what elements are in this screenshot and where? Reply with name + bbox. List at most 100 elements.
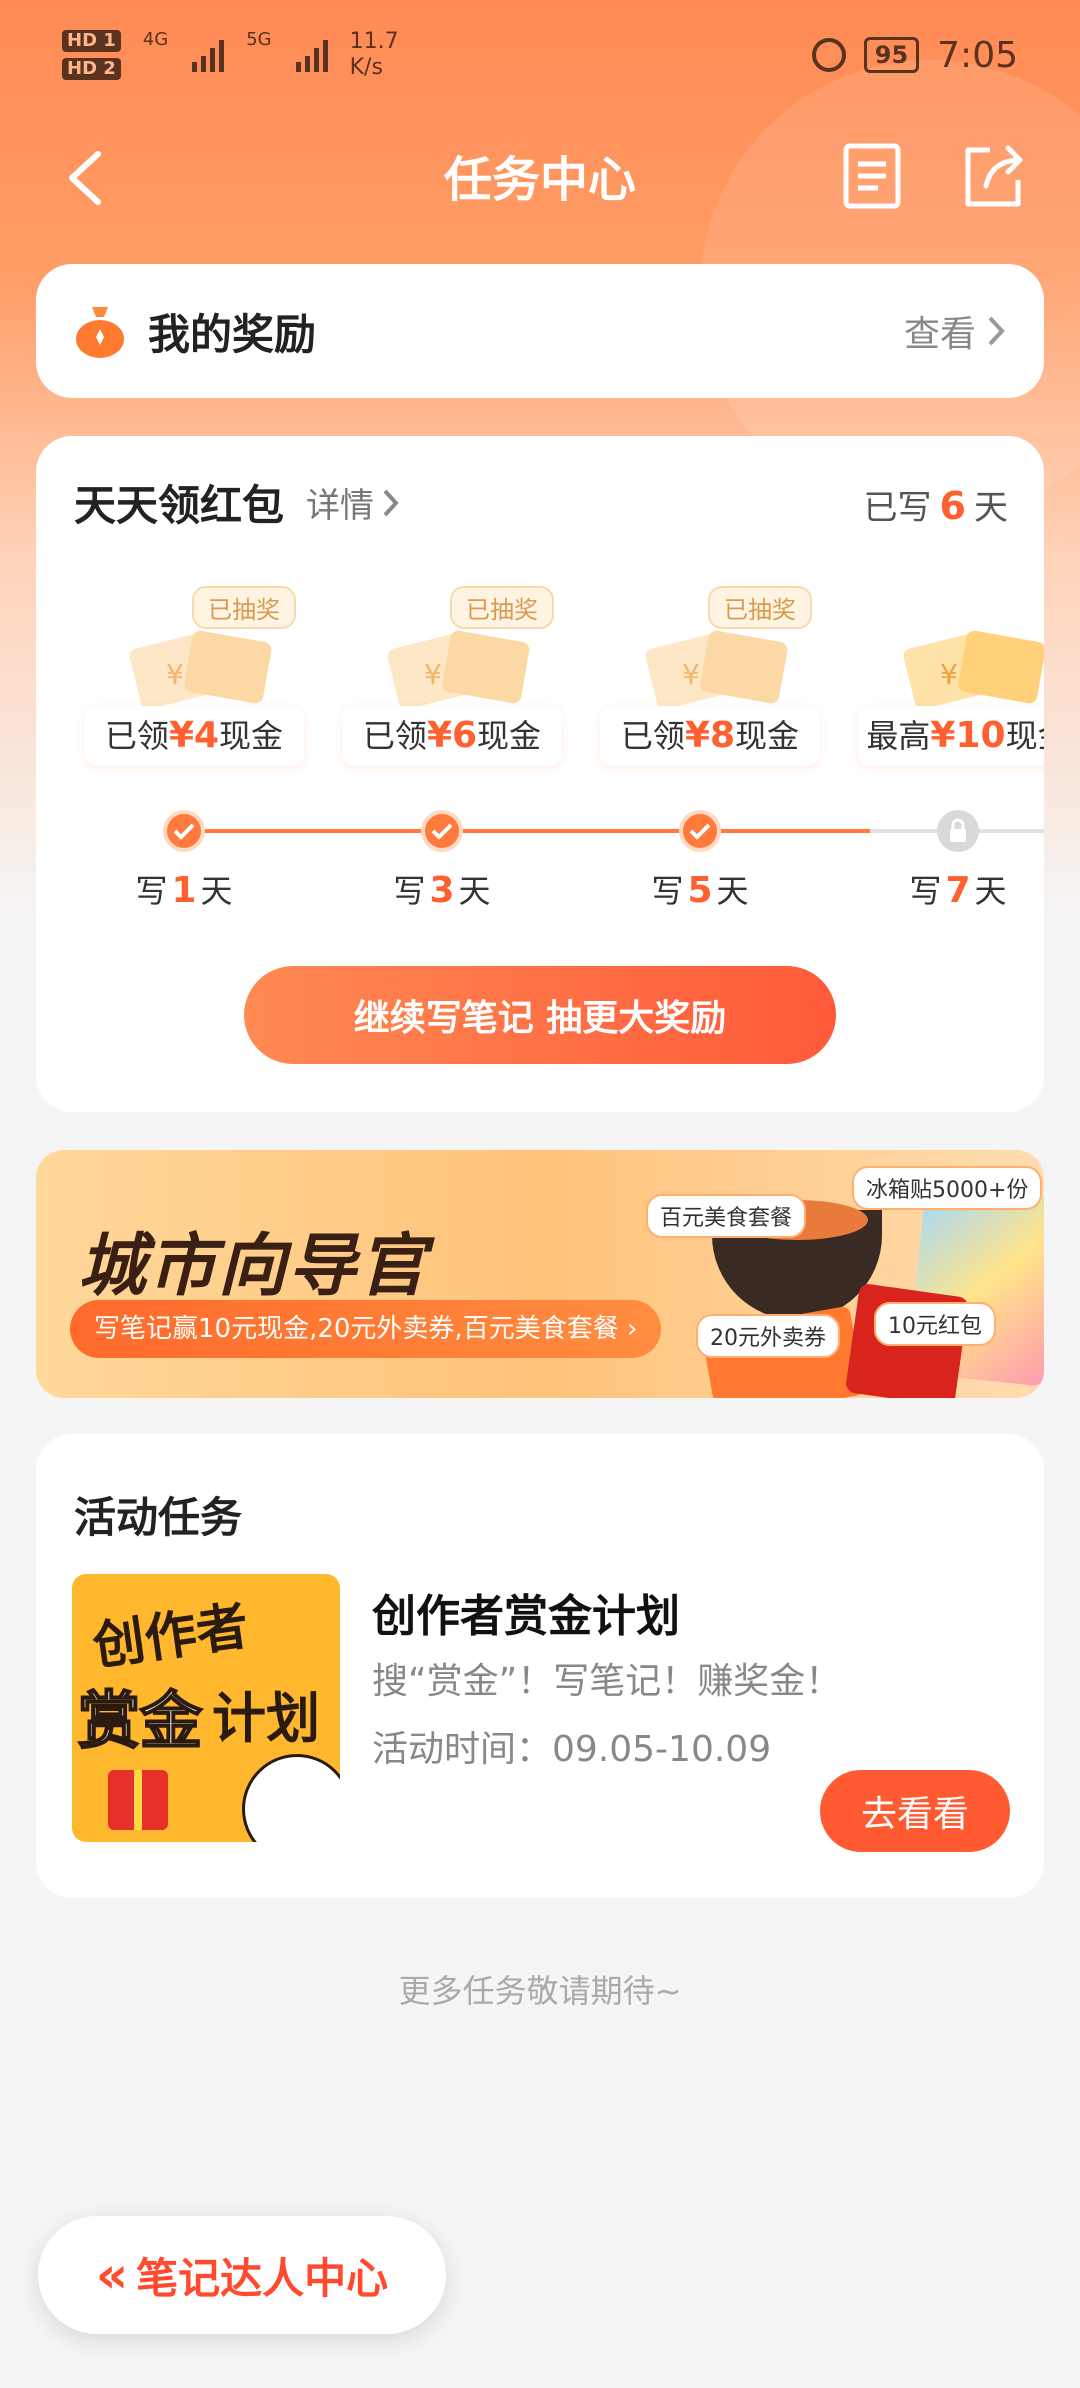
ticket-icon: ¥: [645, 630, 788, 710]
signal-bars-icon: [192, 38, 225, 72]
share-icon[interactable]: [960, 142, 1026, 210]
prize-amount: ¥8: [684, 715, 736, 756]
written-prefix: 已写: [863, 488, 932, 528]
drawn-tag: 已抽奖: [708, 586, 812, 629]
prize-amount: ¥10: [930, 715, 1006, 756]
prize-suffix: 现金: [735, 717, 800, 755]
check-icon: [421, 810, 463, 852]
status-left: HD 1 HD 2 4G 5G 11.7 K/s: [62, 29, 399, 81]
note-expert-center-button[interactable]: « 笔记达人中心: [38, 2216, 446, 2334]
daily-header: 天天领红包 详情: [74, 472, 400, 533]
double-chevron-left-icon: «: [95, 2246, 129, 2304]
day-prefix: 写: [651, 872, 684, 910]
day-label-1: 写1天: [124, 866, 244, 912]
document-icon[interactable]: [842, 142, 902, 210]
status-bar: HD 1 HD 2 4G 5G 11.7 K/s 95 7:05: [0, 0, 1080, 110]
activity-thumbnail[interactable]: 创作者 赏金 计划: [72, 1574, 340, 1842]
written-days: 6: [939, 484, 966, 528]
thumb-line-3: 计划: [212, 1687, 320, 1750]
gift-icon: [108, 1770, 168, 1830]
food-chip: 百元美食套餐: [646, 1194, 807, 1238]
svg-text:¥: ¥: [682, 658, 700, 691]
prize-suffix: 现金: [219, 717, 284, 755]
speed-unit: K/s: [349, 55, 383, 80]
prize-amount: ¥4: [168, 715, 220, 756]
detail-link[interactable]: 详情: [306, 478, 400, 527]
prize-amount: ¥6: [426, 715, 478, 756]
alarm-icon: [811, 38, 846, 72]
network-4g-label: 4G: [142, 29, 169, 50]
day-prefix: 写: [909, 872, 942, 910]
activity-description: 搜“赏金”！写笔记！赚奖金！: [372, 1661, 842, 1702]
svg-text:¥: ¥: [166, 658, 184, 691]
prize-suffix: 现金: [1005, 717, 1044, 755]
banner-strip: 写笔记赢10元现金,20元外卖券,百元美食套餐 ›: [70, 1300, 662, 1358]
more-tasks-hint: 更多任务敬请期待~: [398, 1972, 682, 2010]
ticket-icon: ¥: [129, 630, 272, 710]
detail-label: 详情: [306, 486, 375, 526]
city-guide-banner[interactable]: 城市向导官 写笔记赢10元现金,20元外卖券,百元美食套餐 › 百元美食套餐 冰…: [36, 1150, 1044, 1398]
day-number: 7: [945, 870, 971, 911]
prize-prefix: 已领: [362, 717, 427, 755]
sticker-chip: 冰箱贴5000+份: [852, 1166, 1043, 1210]
hd-indicators: HD 1 HD 2: [62, 30, 121, 80]
continue-writing-button[interactable]: 继续写笔记 抽更大奖励: [244, 966, 836, 1064]
svg-text:¥: ¥: [940, 658, 958, 691]
thumb-line-1: 创作者: [89, 1596, 253, 1678]
go-see-button[interactable]: 去看看: [820, 1770, 1010, 1852]
thumb-line-2: 赏金: [77, 1683, 203, 1758]
day-suffix: 天: [458, 872, 491, 910]
ticket-icon: ¥: [387, 630, 530, 710]
activity-section-title: 活动任务: [74, 1493, 243, 1542]
day-label-2: 写3天: [382, 866, 502, 912]
daily-title: 天天领红包: [74, 481, 285, 530]
prize-pill: 最高¥10现金: [858, 706, 1044, 766]
check-icon: [679, 810, 721, 852]
note-expert-label: 笔记达人中心: [136, 2253, 389, 2303]
money-bag-icon: [76, 307, 124, 358]
hd2-badge: HD 2: [62, 58, 121, 80]
prize-prefix: 最高: [866, 717, 931, 755]
clock-time: 7:05: [937, 34, 1018, 76]
takeout-chip: 20元外卖券: [696, 1314, 840, 1358]
network-5g-label: 5G: [246, 29, 272, 50]
activity-time: 活动时间：09.05-10.09: [372, 1729, 772, 1770]
signal-bars-icon-2: [295, 38, 328, 72]
page-title: 任务中心: [443, 152, 636, 208]
status-right: 95 7:05: [811, 34, 1018, 76]
prize-suffix: 现金: [477, 717, 542, 755]
battery-level: 95: [863, 37, 920, 73]
prize-pill: 已领¥8现金: [600, 706, 820, 766]
day-prefix: 写: [393, 872, 426, 910]
day-label-4: 写7天: [898, 866, 1018, 912]
day-number: 3: [429, 870, 455, 911]
hand-illustration: [242, 1754, 340, 1842]
prize-prefix: 已领: [620, 717, 685, 755]
ticket-icon: ¥: [903, 630, 1044, 710]
chevron-right-icon: [383, 489, 399, 516]
prize-prefix: 已领: [104, 717, 169, 755]
day-suffix: 天: [974, 872, 1007, 910]
my-rewards-card[interactable]: 我的奖励 查看: [36, 264, 1044, 398]
banner-title: 城市向导官: [78, 1227, 429, 1306]
day-suffix: 天: [716, 872, 749, 910]
drawn-tag: 已抽奖: [192, 586, 296, 629]
prize-pill: 已领¥4现金: [84, 706, 304, 766]
prize-pill: 已领¥6现金: [342, 706, 562, 766]
activity-tasks-card: 活动任务 创作者 赏金 计划 创作者赏金计划 搜“赏金”！写笔记！赚奖金！ 活动…: [36, 1434, 1044, 1898]
written-suffix: 天: [974, 488, 1008, 528]
back-arrow-icon[interactable]: [60, 148, 120, 208]
day-prefix: 写: [135, 872, 168, 910]
speed-value: 11.7: [349, 29, 399, 54]
redpack-chip: 10元红包: [874, 1302, 996, 1346]
activity-name: 创作者赏金计划: [372, 1591, 680, 1642]
view-rewards-link[interactable]: 查看: [904, 305, 1006, 357]
day-number: 5: [687, 870, 713, 911]
network-speed: 11.7 K/s: [350, 29, 399, 81]
svg-text:¥: ¥: [424, 658, 442, 691]
daily-redpacket-card: 天天领红包 详情 已写 6 天 ¥ 已抽奖 已领¥4现金 写1天 ¥ 已抽奖 已…: [36, 436, 1044, 1112]
written-days-counter: 已写 6 天: [864, 480, 1008, 529]
rewards-title: 我的奖励: [148, 309, 317, 359]
drawn-tag: 已抽奖: [450, 586, 554, 629]
view-label: 查看: [903, 314, 976, 355]
